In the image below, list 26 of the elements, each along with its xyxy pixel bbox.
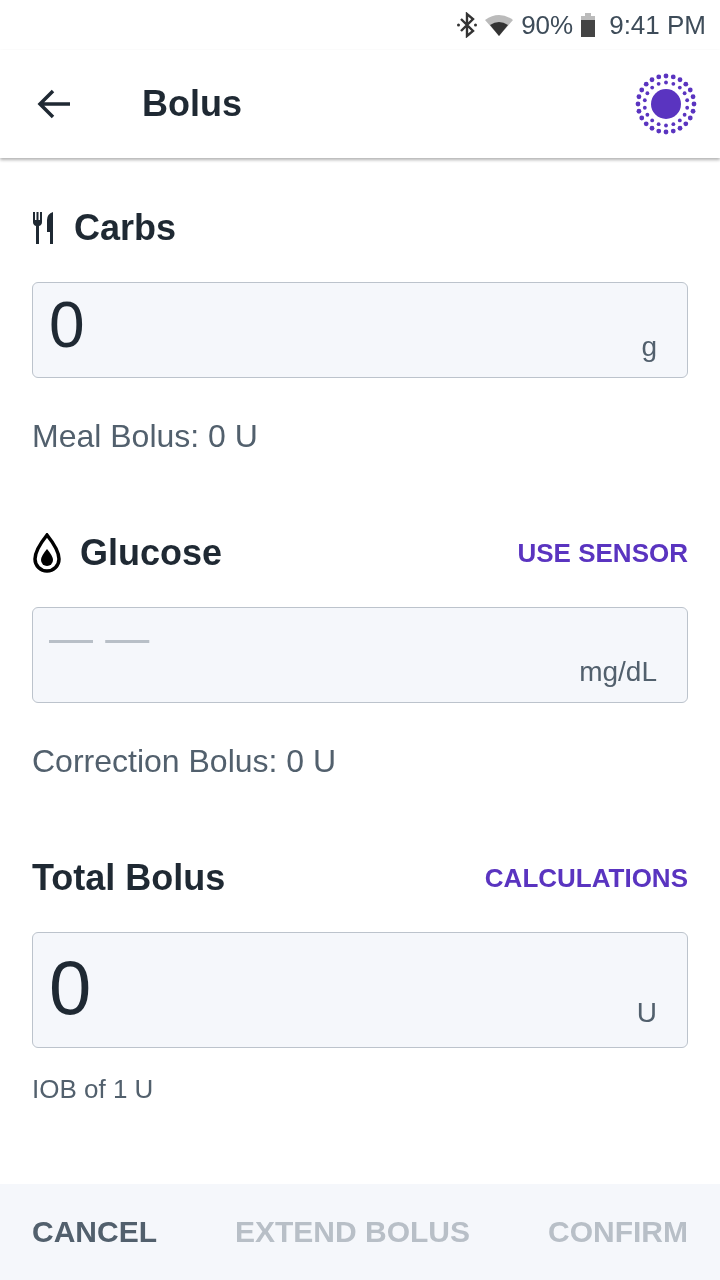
unit-label: g <box>641 331 657 363</box>
unit-label: mg/dL <box>579 656 657 688</box>
action-button[interactable]: CANCEL <box>20 1205 169 1259</box>
clock-time: 9:41 PM <box>609 9 706 41</box>
status-indicator-icon <box>634 72 698 136</box>
unit-label: U <box>636 997 657 1029</box>
bluetooth-icon <box>457 12 478 38</box>
total-input-field[interactable]: 0 U <box>32 932 688 1048</box>
battery-icon <box>581 13 596 37</box>
glucose-input-field[interactable]: — — mg/dL <box>32 607 688 703</box>
fork-knife-icon <box>32 212 56 244</box>
battery-percent: 90% <box>521 9 574 41</box>
bolus-note: Meal Bolus: 0 U <box>32 418 259 455</box>
glucose-action-link[interactable]: USE SENSOR <box>517 537 688 569</box>
carbs-input-field[interactable]: 0 g <box>32 282 688 378</box>
bolus-note: IOB of 1 U <box>32 1074 155 1105</box>
bolus-note: Correction Bolus: 0 U <box>32 743 338 780</box>
section-title: Glucose <box>80 532 224 574</box>
section-title: Carbs <box>74 207 178 249</box>
back-button[interactable] <box>36 88 72 120</box>
section-title: Total Bolus <box>32 857 227 899</box>
back-arrow-icon <box>36 88 72 120</box>
drop-icon <box>32 533 62 573</box>
screen-title: Bolus <box>142 83 243 125</box>
total-action-link[interactable]: CALCULATIONS <box>484 862 688 894</box>
wifi-icon <box>485 14 514 36</box>
